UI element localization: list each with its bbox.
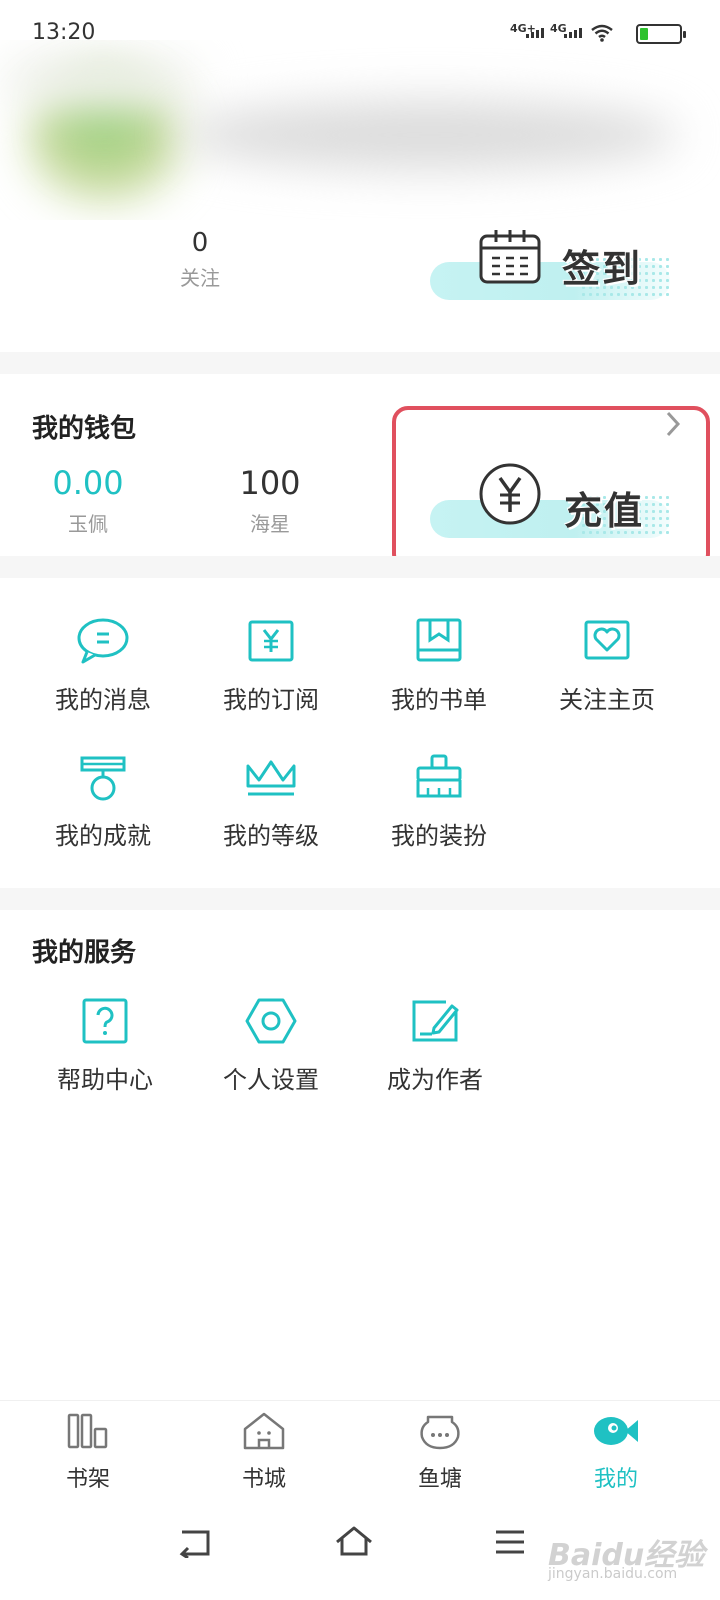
home-icon[interactable] <box>334 1524 374 1558</box>
tab-label: 我的 <box>593 1467 638 1492</box>
starfish-value: 100 <box>239 464 301 502</box>
crown-icon <box>246 760 296 796</box>
follow-stat[interactable]: 0 关注 <box>160 228 240 291</box>
yen-book-icon <box>248 620 294 662</box>
menu-item-label: 我的成就 <box>55 822 151 850</box>
fish-icon <box>594 1417 638 1445</box>
service-item-label: 帮助中心 <box>57 1066 153 1094</box>
help-icon <box>82 998 128 1044</box>
menu-item-label: 我的等级 <box>223 822 319 850</box>
bookshelf-icon <box>67 1413 108 1449</box>
highlight-box <box>392 406 710 570</box>
bookmark-book-icon <box>416 618 462 662</box>
starfish-balance[interactable]: 100 海星 <box>222 464 318 537</box>
menu-item-label: 我的装扮 <box>391 822 487 850</box>
follow-label: 关注 <box>180 266 220 290</box>
write-icon <box>412 1000 459 1042</box>
jade-label: 玉佩 <box>68 512 108 536</box>
medal-icon <box>80 756 126 801</box>
signal-1-icon <box>526 28 544 38</box>
service-item-settings[interactable]: 个人设置 <box>186 996 356 1095</box>
tab-label: 书架 <box>65 1467 110 1492</box>
section-divider <box>0 352 720 374</box>
chat-bubble-icon <box>77 618 129 664</box>
section-divider <box>0 556 720 578</box>
profile-header[interactable] <box>0 40 720 220</box>
checkin-label: 签到 <box>562 247 643 291</box>
menu-item-label: 我的消息 <box>55 686 151 714</box>
follow-count: 0 <box>191 228 209 258</box>
service-item-label: 个人设置 <box>223 1066 319 1094</box>
menu-item-level[interactable]: 我的等级 <box>186 752 356 851</box>
heart-card-icon <box>584 620 630 660</box>
service-item-become-author[interactable]: 成为作者 <box>350 996 520 1095</box>
username-blurred <box>180 100 680 170</box>
brush-icon <box>416 754 462 798</box>
menu-item-achievements[interactable]: 我的成就 <box>18 752 188 851</box>
bottom-tab-bar: 书架 书城 鱼塘 我的 <box>0 1400 720 1510</box>
bookstore-icon <box>243 1412 285 1450</box>
back-icon[interactable] <box>178 1528 214 1558</box>
menu-item-label: 我的书单 <box>391 686 487 714</box>
tab-bookshelf[interactable]: 书架 <box>28 1411 148 1493</box>
menu-item-booklist[interactable]: 我的书单 <box>354 616 524 715</box>
wallet-title: 我的钱包 <box>32 414 137 444</box>
tab-fishpond[interactable]: 鱼塘 <box>380 1411 500 1493</box>
settings-hex-icon <box>245 998 297 1044</box>
menu-icon[interactable] <box>494 1528 526 1556</box>
tab-label: 书城 <box>241 1467 286 1492</box>
signal-2-icon <box>564 28 582 38</box>
fishpond-icon <box>420 1415 460 1450</box>
service-item-help[interactable]: 帮助中心 <box>20 996 190 1095</box>
tab-bookstore[interactable]: 书城 <box>204 1411 324 1493</box>
starfish-label: 海星 <box>250 512 290 536</box>
calendar-icon <box>479 230 541 284</box>
menu-item-follow-home[interactable]: 关注主页 <box>522 616 692 715</box>
jade-balance[interactable]: 0.00 玉佩 <box>40 464 136 537</box>
tab-label: 鱼塘 <box>417 1467 462 1492</box>
menu-item-messages[interactable]: 我的消息 <box>18 616 188 715</box>
jade-value: 0.00 <box>52 464 124 502</box>
menu-item-label: 我的订阅 <box>223 686 319 714</box>
menu-item-subscriptions[interactable]: 我的订阅 <box>186 616 356 715</box>
menu-item-label: 关注主页 <box>559 686 655 714</box>
tab-mine[interactable]: 我的 <box>556 1411 676 1493</box>
service-item-label: 成为作者 <box>387 1066 483 1094</box>
watermark-url: jingyan.baidu.com <box>548 1566 678 1582</box>
section-divider <box>0 888 720 910</box>
services-title: 我的服务 <box>32 938 137 968</box>
menu-item-dressup[interactable]: 我的装扮 <box>354 752 524 851</box>
